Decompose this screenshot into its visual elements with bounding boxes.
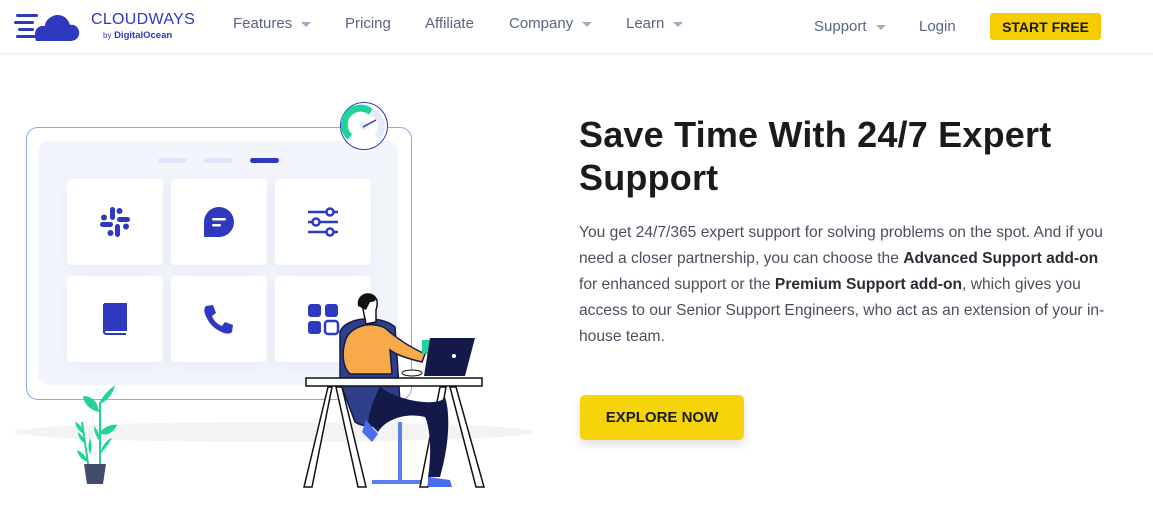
- nav-item-pricing[interactable]: Pricing: [345, 15, 391, 32]
- person-at-desk-illustration: [303, 293, 485, 488]
- chevron-down-icon: [582, 21, 593, 27]
- slack-icon: [100, 207, 130, 237]
- speed-gauge: [340, 102, 388, 150]
- chevron-down-icon: [673, 21, 684, 27]
- carousel-dot-active[interactable]: [250, 158, 279, 163]
- nav-item-label: Learn: [626, 15, 665, 32]
- nav-item-label: Company: [509, 15, 574, 32]
- nav-item-support[interactable]: Support: [814, 18, 886, 35]
- sliders-icon: [308, 207, 338, 237]
- login-link[interactable]: Login: [919, 18, 956, 35]
- nav-item-learn[interactable]: Learn: [626, 15, 684, 32]
- chevron-down-icon: [875, 24, 886, 30]
- tile-slack: [67, 179, 163, 265]
- advanced-support-addon-text: Advanced Support add-on: [903, 250, 1099, 267]
- explore-now-button[interactable]: EXPLORE NOW: [580, 395, 744, 440]
- brand-name: CLOUDWAYS: [91, 11, 196, 28]
- hero-title: Save Time With 24/7 Expert Support: [579, 114, 1052, 198]
- brand-sub-name: DigitalOcean: [114, 30, 173, 41]
- description-text: for enhanced support or the: [579, 276, 775, 293]
- phone-icon: [204, 305, 233, 334]
- nav-item-label: Features: [233, 15, 293, 32]
- plant-icon: [75, 385, 117, 484]
- top-navbar: CLOUDWAYS by DigitalOcean Features Prici…: [0, 0, 1153, 54]
- cloudways-logo[interactable]: CLOUDWAYS by DigitalOcean: [14, 10, 195, 44]
- brand-sub-by: by: [103, 31, 112, 40]
- book-icon: [103, 303, 127, 335]
- tile-sliders: [275, 179, 371, 265]
- chat-bubble-icon: [204, 207, 234, 237]
- hero-description: You get 24/7/365 expert support for solv…: [579, 220, 1119, 350]
- nav-item-label: Support: [814, 18, 867, 35]
- nav-item-affiliate[interactable]: Affiliate: [425, 15, 474, 32]
- nav-item-features[interactable]: Features: [233, 15, 312, 32]
- speedometer-icon: [340, 104, 385, 140]
- login-label: Login: [919, 18, 956, 35]
- tile-book: [67, 276, 163, 362]
- nav-item-label: Pricing: [345, 15, 391, 32]
- carousel-dot[interactable]: [158, 158, 187, 163]
- tile-chat: [171, 179, 267, 265]
- nav-item-company[interactable]: Company: [509, 15, 593, 32]
- premium-support-addon-text: Premium Support add-on: [774, 276, 963, 293]
- nav-item-label: Affiliate: [425, 15, 474, 32]
- start-free-button[interactable]: START FREE: [990, 13, 1101, 40]
- brand-subtitle: by DigitalOcean: [103, 30, 172, 41]
- carousel-dot[interactable]: [204, 158, 233, 163]
- chevron-down-icon: [301, 21, 312, 27]
- tile-phone: [171, 276, 267, 362]
- cloud-logo-icon: [14, 14, 80, 41]
